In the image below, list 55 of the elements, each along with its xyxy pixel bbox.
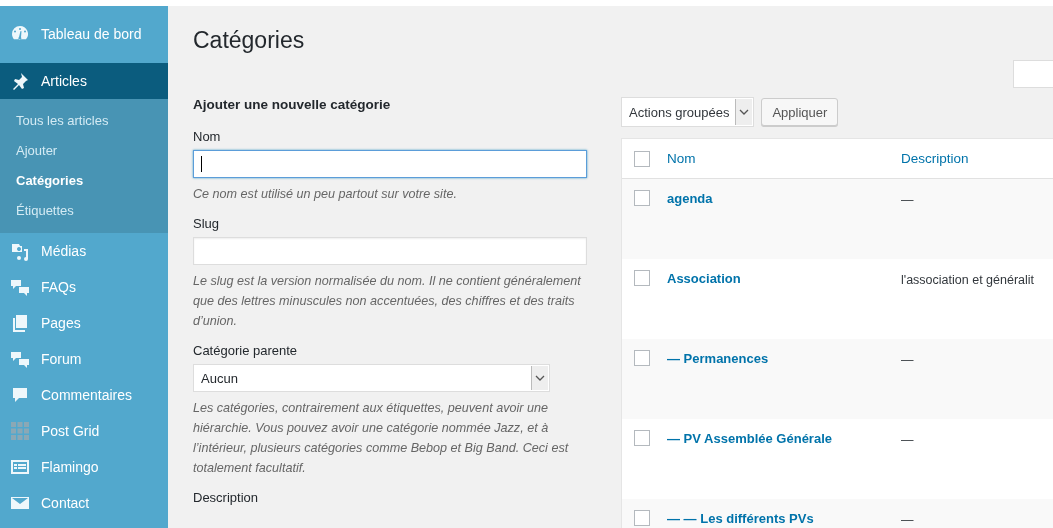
form-heading: Ajouter une nouvelle catégorie — [193, 97, 392, 114]
category-name-link[interactable]: agenda — [667, 190, 901, 206]
pages-icon — [10, 313, 30, 333]
camera-music-icon — [10, 241, 30, 261]
sidebar-item[interactable]: Articles — [0, 63, 168, 99]
help-text: Ce nom est utilisé un peu partout sur votre site. — [193, 186, 458, 203]
help-text: Les catégories, contrairement aux étiquettes, peuvent avoir une hiérarchie. Vous pouvez avoir une catégorie nommée Jazz, et à l’intérieur, plusieurs catégories comme Bebop et Big Band. Ceci est totalement facultatif. — [193, 400, 570, 477]
page-title: Catégories — [193, 27, 305, 55]
speech-bubbles-icon — [10, 277, 30, 297]
sidebar-item[interactable]: Post Grid — [0, 413, 168, 449]
bulk-actions-dropdown[interactable]: Actions groupées — [621, 97, 755, 127]
submenu-item[interactable]: Ajouter — [0, 136, 168, 166]
field-label: Description — [193, 490, 260, 505]
grid-icon — [10, 421, 30, 441]
row-checkbox[interactable] — [634, 430, 650, 446]
description-cell-text: l'association et généralit — [901, 272, 1036, 287]
category-name-link[interactable]: — PV Assemblée Générale — [667, 430, 901, 446]
category-name-link[interactable]: Association — [667, 270, 901, 286]
row-checkbox[interactable] — [634, 270, 650, 286]
column-header[interactable]: Description — [901, 151, 1053, 166]
sidebar-item[interactable]: Commentaires — [0, 377, 168, 413]
form-card-icon — [10, 457, 30, 477]
submenu-item[interactable]: Catégories — [0, 166, 168, 196]
sidebar-item[interactable]: Flamingo — [0, 449, 168, 485]
description-cell-text: — — [901, 352, 915, 367]
help-text: Le slug est la version normalisée du nom. Il ne contient généralement que des lettres minuscules non accentuées, des chiffres et des traits d’union. — [193, 273, 582, 330]
row-checkbox[interactable] — [634, 190, 650, 206]
field-label: Nom — [193, 129, 222, 144]
speech-bubble-icon — [10, 385, 30, 405]
input-field[interactable] — [193, 150, 587, 178]
row-checkbox[interactable] — [634, 350, 650, 366]
speech-bubbles-icon — [10, 349, 30, 369]
category-name-link[interactable]: — — Les différents PVs — [667, 510, 901, 526]
chevron-down-icon — [735, 99, 753, 125]
field-label: Slug — [193, 216, 221, 231]
sidebar-item[interactable]: Forum — [0, 341, 168, 377]
description-cell-text: — — [901, 192, 915, 207]
description-cell-text: — — [901, 432, 915, 447]
row-checkbox[interactable] — [634, 510, 650, 526]
chevron-down-icon — [531, 366, 548, 390]
sidebar-item[interactable]: Contact — [0, 485, 168, 521]
search-field[interactable] — [1013, 60, 1053, 88]
submenu-item[interactable]: Étiquettes — [0, 196, 168, 226]
sidebar-item[interactable]: Tableau de bord — [0, 16, 168, 52]
field-label: Catégorie parente — [193, 343, 299, 358]
parent-category-dropdown[interactable]: Aucun — [193, 364, 550, 392]
select-all-checkbox[interactable] — [634, 150, 650, 167]
sidebar-item[interactable]: Pages — [0, 305, 168, 341]
submenu-item[interactable]: Tous les articles — [0, 106, 168, 136]
sidebar-item[interactable]: FAQs — [0, 269, 168, 305]
column-header[interactable]: Nom — [667, 151, 901, 166]
sidebar-item[interactable]: Médias — [0, 233, 168, 269]
category-name-link[interactable]: — Permanences — [667, 350, 901, 366]
description-cell-text: — — [901, 512, 915, 527]
apply-button[interactable]: Appliquer — [761, 98, 839, 126]
